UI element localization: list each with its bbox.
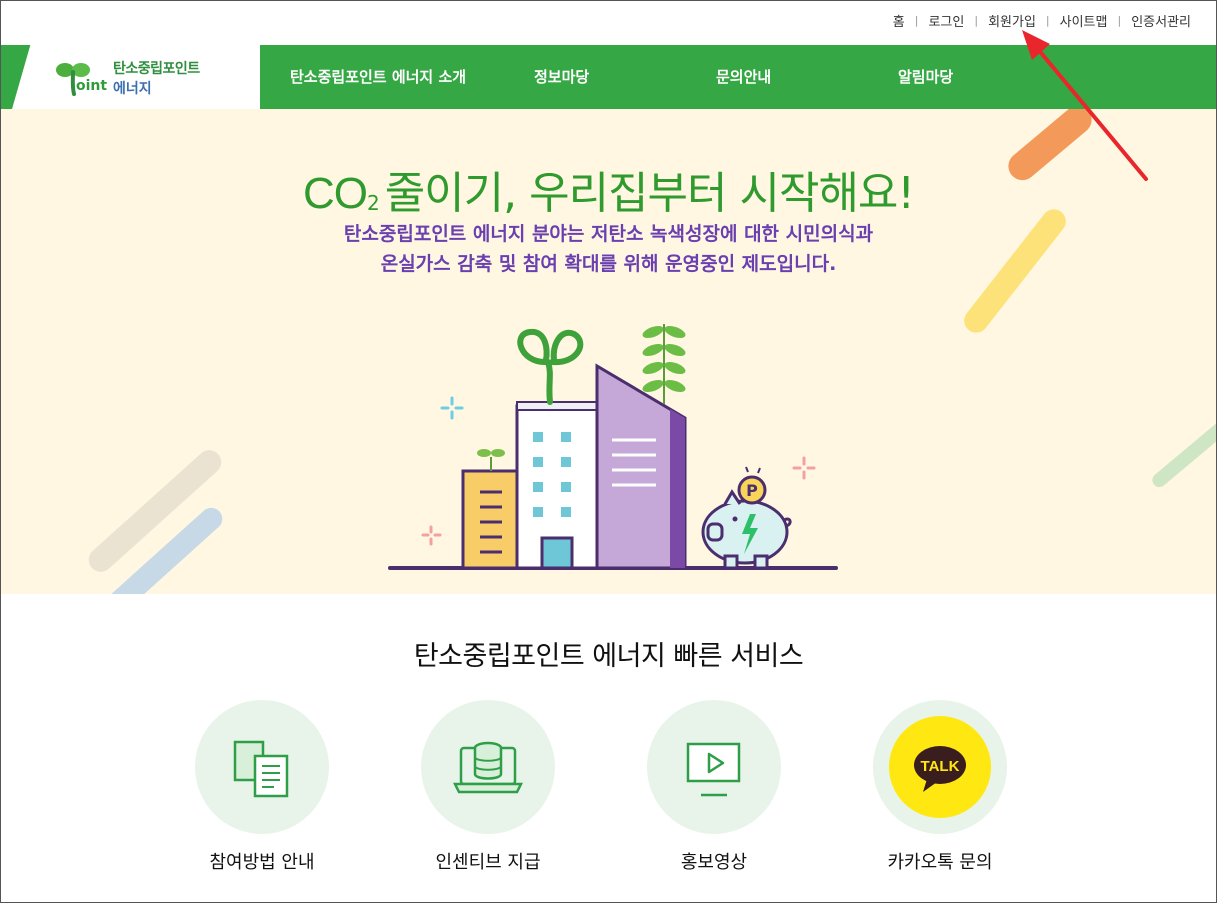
documents-icon — [233, 740, 289, 798]
kakaotalk-badge-text: TALK — [921, 758, 960, 775]
divider: | — [914, 13, 919, 27]
nav-item-intro[interactable]: 탄소중립포인트 에너지 소개 — [290, 45, 466, 109]
coin-letter: P — [746, 481, 758, 500]
logo-mark-text: oint — [76, 78, 108, 94]
nav-item-info[interactable]: 정보마당 — [534, 45, 589, 109]
quick-service-incentive[interactable] — [421, 700, 555, 834]
quick-service-video[interactable] — [647, 700, 781, 834]
nav-item-inquiry[interactable]: 문의안내 — [716, 45, 771, 109]
coin-stack-laptop-icon — [452, 741, 524, 794]
hero-description-line-1: 탄소중립포인트 에너지 분야는 저탄소 녹색성장에 대한 시민의식과 — [343, 223, 874, 245]
logo-subtitle[interactable]: 에너지 — [113, 78, 152, 98]
quick-service-kakaotalk[interactable]: TALK — [873, 700, 1007, 834]
hero-description-line-2: 온실가스 감축 및 참여 확대를 위해 운영중인 제도입니다. — [380, 253, 837, 275]
quick-service-label[interactable]: 참여방법 안내 — [162, 848, 362, 874]
city-illustration: P — [388, 324, 838, 570]
quick-service-label[interactable]: 인센티브 지급 — [388, 848, 588, 874]
hero-title-subscript: 2 — [366, 191, 380, 215]
hero-title-text: 줄이기, 우리집부터 시작해요! — [384, 168, 915, 219]
play-video-icon — [686, 742, 741, 797]
kakaotalk-icon: TALK — [889, 716, 991, 818]
hero-title-co: CO — [302, 169, 368, 218]
divider: | — [974, 13, 979, 27]
quick-service-participation[interactable] — [195, 700, 329, 834]
quick-service-title: 탄소중립포인트 에너지 빠른 서비스 — [413, 641, 804, 672]
logo-title[interactable]: 탄소중립포인트 — [113, 58, 200, 78]
annotation-arrow — [1022, 30, 1148, 181]
quick-service-label[interactable]: 카카오톡 문의 — [840, 848, 1040, 874]
util-link-login[interactable]: 로그인 — [928, 11, 964, 30]
util-link-home[interactable]: 홈 — [893, 11, 905, 30]
decor-stripe-green — [1149, 402, 1217, 490]
nav-item-notice[interactable]: 알림마당 — [898, 45, 953, 109]
quick-service-label[interactable]: 홍보영상 — [614, 848, 814, 874]
